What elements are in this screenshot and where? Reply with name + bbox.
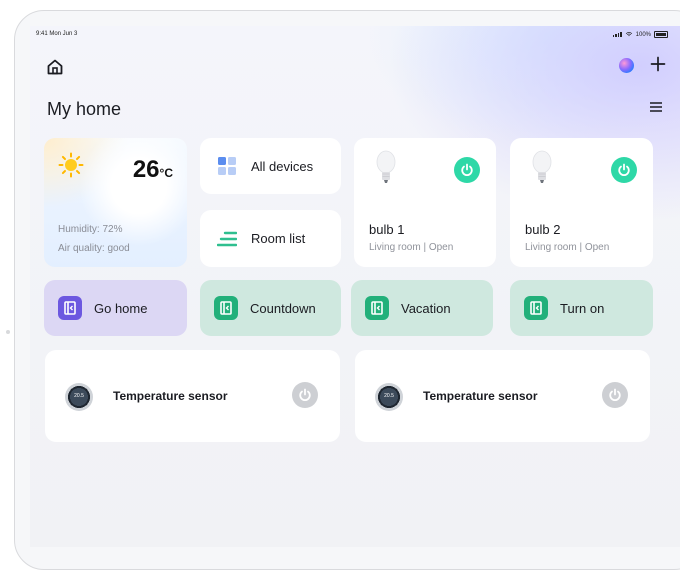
scene-icon [214, 296, 238, 320]
sensor-reading: 20.5 [74, 393, 84, 399]
device-sensor-dot [6, 330, 10, 334]
scene-label: Vacation [401, 300, 451, 316]
menu-icon[interactable] [650, 102, 662, 112]
scene-turn-on[interactable]: Turn on [510, 280, 653, 336]
air-quality-text: Air quality: good [58, 243, 130, 254]
temperature-number: 26 [132, 156, 160, 183]
app-screen: 9:41 Mon Jun 3 100% My home 26°C Humidit… [30, 26, 680, 547]
power-button[interactable] [454, 157, 480, 183]
bulb-icon [376, 150, 396, 183]
sensor-card-2[interactable]: 20.5 Temperature sensor [355, 350, 650, 442]
scene-icon [524, 296, 548, 320]
sensor-label: Temperature sensor [113, 389, 228, 403]
sensor-card-1[interactable]: 20.5 Temperature sensor [45, 350, 340, 442]
list-icon [217, 231, 237, 246]
scene-icon [365, 296, 389, 320]
scene-icon [58, 296, 82, 320]
temperature-value: 26°C [133, 156, 173, 184]
status-time: 9:41 Mon Jun 3 [36, 31, 78, 37]
add-icon[interactable] [650, 56, 666, 72]
scene-label: Countdown [250, 300, 316, 316]
device-status: Living room | Open [369, 242, 454, 253]
home-icon[interactable] [46, 58, 64, 76]
status-indicators: 100% [612, 31, 668, 38]
power-button[interactable] [602, 382, 628, 408]
device-status: Living room | Open [525, 242, 610, 253]
power-icon [461, 163, 473, 176]
scene-label: Go home [94, 300, 148, 316]
device-card-bulb-2[interactable]: bulb 2 Living room | Open [510, 138, 653, 267]
battery-icon [654, 31, 668, 38]
temperature-unit: °C [159, 166, 173, 180]
page-title: My home [47, 99, 122, 119]
assistant-icon[interactable] [619, 58, 634, 73]
thermostat-icon: 20.5 [375, 383, 403, 411]
power-button[interactable] [611, 157, 637, 183]
room-list-button[interactable]: Room list [200, 210, 341, 267]
status-bar: 9:41 Mon Jun 3 100% [36, 31, 668, 41]
power-icon [609, 388, 621, 401]
power-icon [618, 163, 630, 176]
device-name: bulb 2 [525, 222, 561, 237]
bulb-icon [532, 150, 552, 183]
all-devices-button[interactable]: All devices [200, 138, 341, 194]
scene-vacation[interactable]: Vacation [351, 280, 493, 336]
power-icon [299, 388, 311, 401]
humidity-text: Humidity: 72% [58, 224, 123, 235]
scene-go-home[interactable]: Go home [44, 280, 187, 336]
battery-percent: 100% [635, 31, 651, 38]
scene-countdown[interactable]: Countdown [200, 280, 341, 336]
thermostat-icon: 20.5 [65, 383, 93, 411]
power-button[interactable] [292, 382, 318, 408]
all-devices-label: All devices [251, 158, 314, 174]
sun-icon [58, 152, 84, 178]
weather-card[interactable]: 26°C Humidity: 72% Air quality: good [44, 138, 187, 267]
grid-icon [218, 157, 236, 175]
wifi-icon [625, 32, 632, 37]
sensor-label: Temperature sensor [423, 389, 538, 403]
signal-icon [612, 32, 622, 37]
scene-label: Turn on [560, 300, 605, 316]
device-name: bulb 1 [369, 222, 405, 237]
sensor-reading: 20.5 [384, 393, 394, 399]
device-card-bulb-1[interactable]: bulb 1 Living room | Open [354, 138, 496, 267]
room-list-label: Room list [251, 231, 306, 246]
